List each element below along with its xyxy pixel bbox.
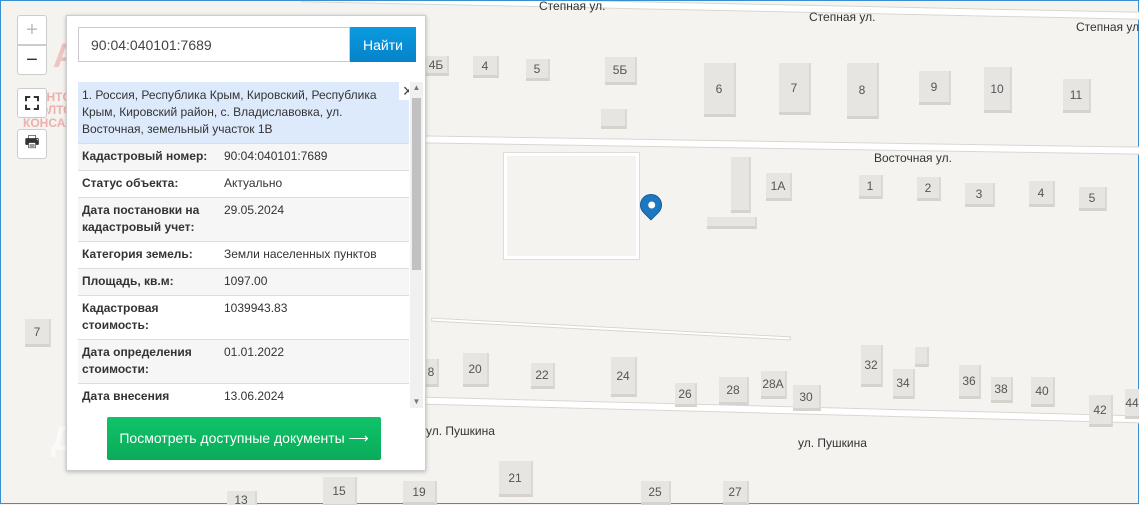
path [431, 317, 791, 341]
street-label: ул. Пушкина [426, 424, 495, 438]
row-label: Дата внесения [82, 389, 170, 403]
building: 22 [531, 363, 555, 389]
building: 7 [25, 319, 51, 347]
table-row: Дата определения стоимости: 01.01.2022 [78, 339, 409, 383]
building: 28 [719, 377, 749, 405]
building: 2 [917, 177, 941, 201]
building: 36 [959, 365, 981, 399]
building: 1А [766, 173, 792, 201]
road-stepnaya [301, 1, 1139, 20]
row-value: 01.01.2022 [224, 345, 285, 359]
fullscreen-button[interactable] [17, 88, 47, 118]
building: 28А [761, 371, 787, 399]
address-block: 1. Россия, Республика Крым, Кировский, Р… [78, 82, 409, 143]
building [707, 217, 757, 229]
building: 11 [1063, 79, 1091, 113]
row-label: Категория земель: [82, 247, 193, 261]
cadastral-search-input[interactable] [78, 27, 350, 62]
row-value: 1039943.83 [224, 301, 288, 315]
info-card: 1. Россия, Республика Крым, Кировский, Р… [78, 82, 409, 408]
building: 21 [499, 461, 533, 497]
info-table: Кадастровый номер: 90:04:040101:7689 Стат… [78, 143, 409, 408]
scroll-up-icon[interactable]: ▲ [410, 82, 423, 94]
building: 8 [847, 63, 879, 119]
table-row: Кадастровая стоимость: 1039943.83 [78, 295, 409, 339]
building: 40 [1031, 377, 1055, 407]
row-value: Земли населенных пунктов [224, 247, 377, 261]
building: 5 [526, 59, 550, 81]
building: 42 [1089, 395, 1113, 427]
scroll-down-icon[interactable]: ▼ [410, 396, 423, 408]
location-marker-icon[interactable] [635, 189, 667, 221]
parcel-outline [503, 152, 640, 260]
building [731, 157, 751, 213]
building: 4 [1029, 181, 1055, 207]
table-row: Дата внесения 13.06.2024 [78, 383, 409, 408]
row-value: 90:04:040101:7689 [224, 149, 328, 163]
address-text: 1. Россия, Республика Крым, Кировский, Р… [82, 88, 377, 136]
row-label: Дата определения стоимости: [82, 345, 192, 376]
building: 6 [704, 63, 736, 117]
table-row: Статус объекта: Актуально [78, 170, 409, 197]
fullscreen-icon [25, 96, 39, 110]
building: 24 [611, 357, 637, 397]
street-label: Степная ул. [1076, 20, 1139, 34]
building: 4 [473, 56, 499, 78]
building: 19 [403, 481, 437, 505]
building: 44 [1125, 389, 1139, 419]
view-documents-button[interactable]: Посмотреть доступные документы ⟶ [107, 417, 381, 460]
building: 5Б [605, 57, 637, 85]
table-row: Кадастровый номер: 90:04:040101:7689 [78, 143, 409, 170]
table-row: Площадь, кв.м: 1097.00 [78, 268, 409, 295]
building: 30 [793, 385, 821, 411]
building: 3 [965, 183, 995, 207]
building: 13 [227, 491, 257, 505]
building: 34 [893, 369, 915, 399]
zoom-out-button[interactable]: − [17, 45, 47, 75]
zoom-in-button[interactable]: + [17, 15, 47, 45]
building: 25 [641, 481, 671, 505]
building: 15 [323, 477, 357, 505]
row-label: Дата постановки на кадастровый учет: [82, 203, 200, 234]
row-value: 13.06.2024 [224, 389, 285, 403]
row-label: Кадастровый номер: [82, 149, 208, 163]
search-panel: Найти 1. Россия, Республика Крым, Кировс… [66, 15, 426, 471]
table-row: Дата постановки на кадастровый учет: 29.0… [78, 197, 409, 241]
building: 20 [463, 353, 489, 387]
row-label: Статус объекта: [82, 176, 179, 190]
printer-icon: 🖶 [24, 133, 40, 151]
street-label: ул. Пушкина [798, 436, 867, 450]
road-vostochnaya [420, 135, 1139, 155]
find-button[interactable]: Найти [350, 27, 416, 62]
building: 9 [919, 71, 951, 105]
building [915, 347, 929, 367]
row-label: Кадастровая стоимость: [82, 301, 159, 332]
row-value: 1097.00 [224, 274, 268, 288]
building: 4Б [425, 56, 449, 76]
building: 1 [859, 175, 883, 199]
building: 7 [779, 63, 811, 115]
table-row: Категория земель: Земли населенных пункто… [78, 241, 409, 268]
street-label: Степная ул. [809, 10, 876, 24]
building [601, 109, 627, 129]
building: 32 [861, 345, 883, 387]
building: 10 [984, 67, 1012, 113]
building: 26 [675, 383, 697, 407]
close-icon[interactable]: × [399, 82, 409, 100]
building: 5 [1079, 187, 1107, 211]
building: 38 [991, 377, 1013, 403]
scrollbar[interactable]: ▲ ▼ [410, 82, 423, 408]
building: 8 [425, 359, 439, 387]
street-label: Восточная ул. [874, 151, 952, 165]
row-value: Актуально [224, 176, 283, 190]
street-label: Степная ул. [539, 1, 606, 13]
print-button[interactable]: 🖶 [17, 129, 47, 159]
scrollbar-thumb[interactable] [412, 98, 421, 270]
row-label: Площадь, кв.м: [82, 274, 174, 288]
row-value: 29.05.2024 [224, 203, 285, 217]
building: 27 [723, 481, 749, 505]
